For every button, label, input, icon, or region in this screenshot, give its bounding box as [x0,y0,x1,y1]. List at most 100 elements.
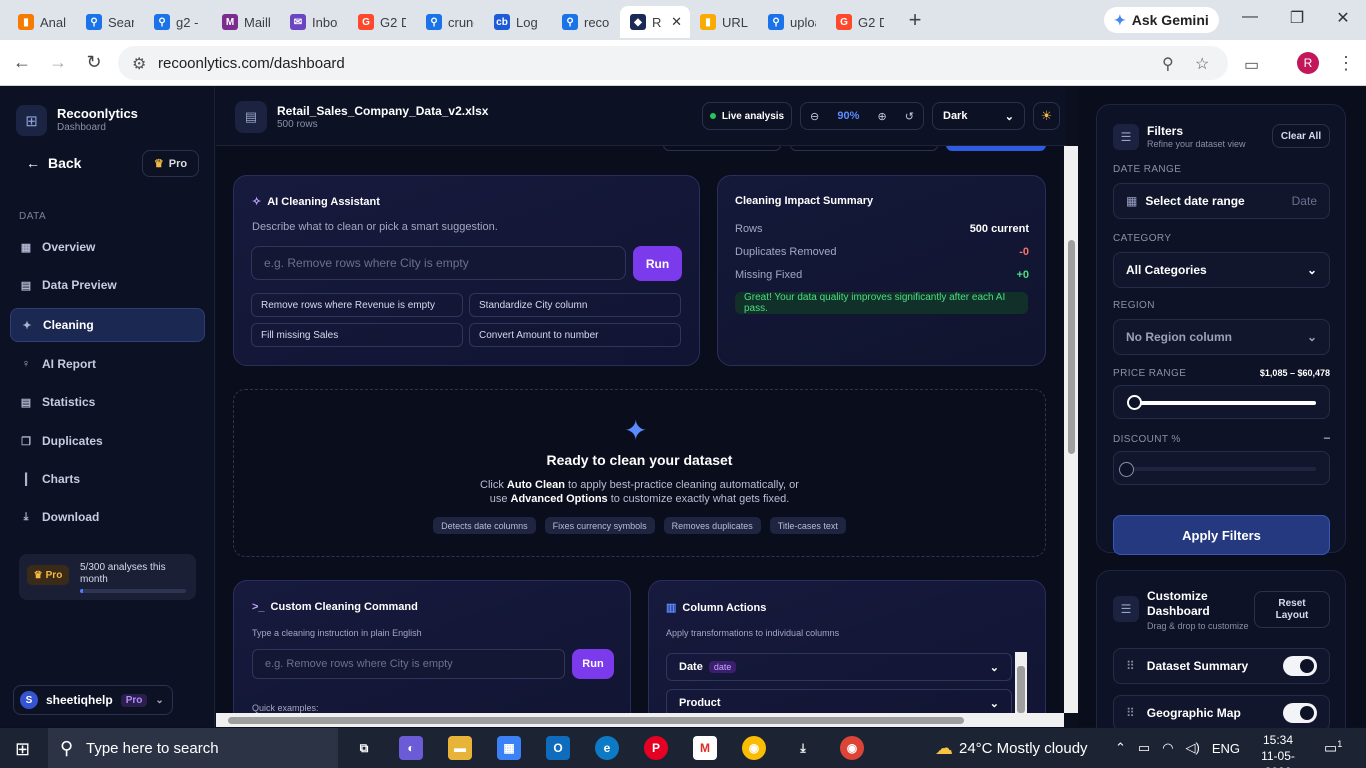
clear-all-button[interactable]: Clear All [1272,124,1330,148]
auto-clean-link[interactable]: Auto Clean [507,479,565,491]
browser-tab[interactable]: M Mailb [212,6,280,38]
column-row-product[interactable]: Product ⌄ [666,689,1012,713]
sidebar-item-ai-report[interactable]: ♀ AI Report [10,347,205,381]
ask-gemini-button[interactable]: ✦ Ask Gemini [1104,7,1219,33]
drag-handle-icon[interactable]: ⠿ [1126,706,1135,720]
apply-filters-button[interactable]: Apply Filters [1113,515,1330,555]
back-arrow-icon[interactable]: ← [10,52,34,73]
pro-badge[interactable]: ♛ Pro [142,150,199,177]
column-row-date[interactable]: Date date ⌄ [666,653,1012,681]
clock[interactable]: 15:34 11-05-2026 [1248,732,1308,768]
edge-icon[interactable]: e [595,736,619,760]
drag-handle-icon[interactable]: ⠿ [1126,659,1135,673]
price-slider-handle[interactable] [1127,395,1142,410]
browser-tab[interactable]: ⚲ g2 - S [144,6,212,38]
suggestion-chip[interactable]: Standardize City column [469,293,681,317]
user-menu[interactable]: S sheetiqhelp Pro ⌄ [13,685,173,715]
browser-tab[interactable]: ⚲ Searc [76,6,144,38]
browser-tab[interactable]: ✉ Inbox [280,6,348,38]
reload-icon[interactable]: ↻ [82,52,106,73]
sidebar-item-statistics[interactable]: ▤ Statistics [10,385,205,419]
sidebar-item-data-preview[interactable]: ▤ Data Preview [10,268,205,302]
custom-command-input[interactable]: e.g. Remove rows where City is empty [252,649,565,679]
toolbar-button-partial[interactable] [790,146,938,151]
chevron-up-icon[interactable]: ⌃ [1115,740,1126,756]
sidebar-item-charts[interactable]: ┃ Charts [10,462,205,496]
suggestion-chip[interactable]: Remove rows where Revenue is empty [251,293,463,317]
profile-avatar[interactable]: R [1297,52,1319,74]
ai-run-button[interactable]: Run [633,246,682,281]
sidebar-item-cleaning[interactable]: ✦ Cleaning [10,308,205,342]
ai-instruction-input[interactable]: e.g. Remove rows where City is empty [251,246,626,280]
zoom-reset-icon[interactable]: ↺ [905,110,914,123]
close-tab-icon[interactable]: ✕ [671,14,682,30]
discount-slider[interactable] [1113,451,1330,485]
store-icon[interactable]: ▦ [497,736,521,760]
minimize-icon[interactable]: — [1238,8,1262,26]
widget-toggle[interactable] [1283,656,1317,676]
content-horizontal-scrollbar[interactable] [216,713,1064,727]
menu-kebab-icon[interactable]: ⋮ [1337,53,1355,74]
taskbar-search[interactable]: ⚲ Type here to search [48,728,338,768]
widget-row[interactable]: ⠿ Dataset Summary [1113,648,1330,684]
sidebar-item-duplicates[interactable]: ❐ Duplicates [10,424,205,458]
gmail-icon[interactable]: M [693,736,717,760]
browser-tab[interactable]: ▮ URL Ir [690,6,758,38]
primary-button-partial[interactable] [946,146,1046,151]
pinterest-icon[interactable]: P [644,736,668,760]
new-tab-button[interactable]: + [900,5,930,35]
suggestion-chip[interactable]: Convert Amount to number [469,323,681,347]
browser-tab[interactable]: ◆ R ✕ [620,6,690,38]
chrome-profile-icon[interactable]: ◉ [840,736,864,760]
notifications-icon[interactable]: ▭1 [1324,739,1342,757]
category-select[interactable]: All Categories ⌄ [1113,252,1330,288]
back-button[interactable]: ← Back [26,155,81,171]
sidebar-item-download[interactable]: ⤓ Download [10,500,205,534]
custom-command-run-button[interactable]: Run [572,649,614,679]
meet-icon[interactable]: ▭ [1138,740,1150,756]
advanced-options-link[interactable]: Advanced Options [511,493,608,505]
copilot-icon[interactable]: ◐ [399,736,423,760]
price-range-slider[interactable] [1113,385,1330,419]
reset-layout-button[interactable]: Reset Layout [1254,591,1330,628]
sidebar-item-overview[interactable]: ▦ Overview [10,230,205,264]
widget-toggle[interactable] [1283,703,1317,723]
browser-tab[interactable]: ⚲ crunc [416,6,484,38]
task-view-icon[interactable]: ⧉ [352,736,376,760]
url-field[interactable]: ⚙ recoonlytics.com/dashboard ⚲ ☆ [118,46,1228,80]
close-window-icon[interactable]: ✕ [1331,8,1355,28]
file-explorer-icon[interactable]: ▬ [448,736,472,760]
theme-select[interactable]: Dark ⌄ [932,102,1025,130]
site-info-icon[interactable]: ⚙ [132,54,146,74]
widget-row[interactable]: ⠿ Geographic Map [1113,695,1330,731]
column-list-scrollbar[interactable] [1015,652,1027,713]
zoom-in-icon[interactable]: ⊕ [877,110,886,123]
browser-tab[interactable]: ▮ Analy [8,6,76,38]
maximize-icon[interactable]: ❐ [1285,8,1309,28]
language-indicator[interactable]: ENG [1212,741,1240,756]
windows-start-icon[interactable]: ⊞ [15,739,30,760]
zoom-magnifier-icon[interactable]: ⚲ [1162,54,1174,74]
bookmark-star-icon[interactable]: ☆ [1195,54,1209,74]
toolbar-button-partial[interactable] [663,146,781,151]
browser-tab[interactable]: ⚲ reco [552,6,620,38]
weather-widget[interactable]: ☁ 24°C Mostly cloudy [935,728,1088,768]
live-analysis-badge[interactable]: Live analysis [702,102,792,130]
forward-arrow-icon[interactable]: → [46,52,70,73]
browser-tab[interactable]: G G2 Di [348,6,416,38]
downloads-icon[interactable]: ⤓ [791,736,815,760]
chrome-icon[interactable]: ◉ [742,736,766,760]
region-select[interactable]: No Region column ⌄ [1113,319,1330,355]
content-vertical-scrollbar[interactable] [1064,146,1078,713]
sun-icon[interactable]: ☀ [1033,102,1060,130]
browser-tab[interactable]: cb Log Ir [484,6,552,38]
zoom-out-icon[interactable]: ⊖ [810,110,819,123]
outlook-icon[interactable]: O [546,736,570,760]
discount-slider-handle[interactable] [1119,462,1134,477]
browser-tab[interactable]: ⚲ uploa [758,6,826,38]
volume-icon[interactable]: ◁) [1186,740,1200,756]
wifi-icon[interactable]: ◠ [1162,740,1173,756]
tab-search-icon[interactable]: ▭ [1244,55,1259,75]
browser-tab[interactable]: G G2 Di [826,6,894,38]
date-range-picker[interactable]: ▦ Select date range Date [1113,183,1330,219]
